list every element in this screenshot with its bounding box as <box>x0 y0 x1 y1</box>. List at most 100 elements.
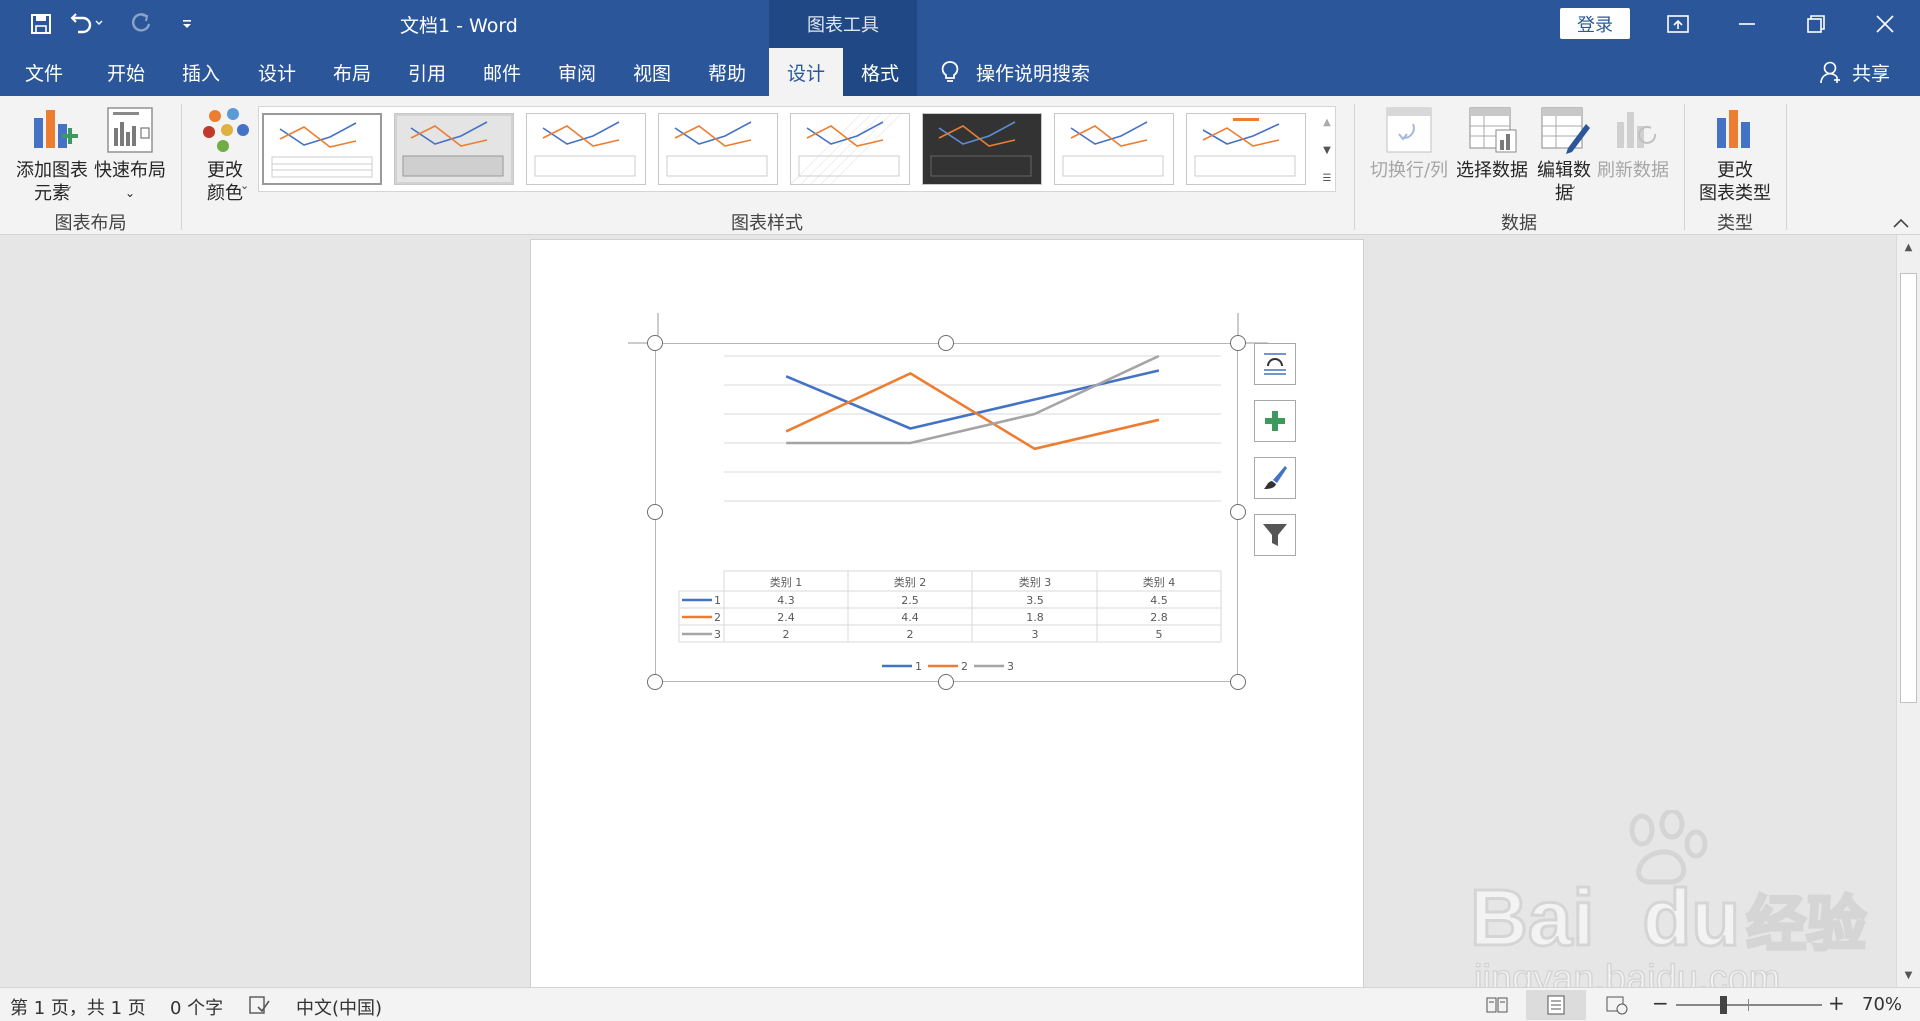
table-cell: 3.5 <box>1026 594 1044 607</box>
chart-styles-button[interactable] <box>1254 457 1296 499</box>
gallery-up-icon[interactable]: ▲ <box>1318 108 1336 136</box>
share-button[interactable]: 共享 <box>1846 48 1896 96</box>
switch-row-column-icon <box>1386 107 1432 153</box>
table-header-cat3: 类别 3 <box>1019 575 1052 589</box>
chart-style-7[interactable] <box>1054 113 1174 185</box>
watermark-url: jingyan.baidu.com <box>1473 957 1781 987</box>
table-cell: 1.8 <box>1026 611 1044 624</box>
table-header-cat4: 类别 4 <box>1143 575 1176 589</box>
group-label-type: 类型 <box>1717 213 1753 234</box>
chart-style-4[interactable] <box>658 113 778 185</box>
select-data-button[interactable]: 选择数据 <box>1454 96 1530 182</box>
ribbon: 添加图表 元素 ⌄ 快速布局 ⌄ 图表布局 更改 颜色 ⌄ ▲ ▼ ☰ 图表样式… <box>0 96 1920 235</box>
close-icon[interactable] <box>1851 0 1919 48</box>
table-cell: 5 <box>1156 628 1163 641</box>
tab-design[interactable]: 设计 <box>247 48 307 96</box>
chart-elements-button[interactable] <box>1254 400 1296 442</box>
gallery-more-icon[interactable]: ☰ <box>1318 164 1336 192</box>
tab-insert[interactable]: 插入 <box>171 48 231 96</box>
add-chart-element-button[interactable]: 添加图表 元素 <box>8 96 96 205</box>
refresh-data-label: 刷新数据 <box>1597 160 1669 181</box>
web-layout-icon[interactable] <box>1602 992 1632 1018</box>
ribbon-display-options-icon[interactable] <box>1644 0 1712 48</box>
change-colors-button[interactable]: 更改 颜色 <box>190 96 260 205</box>
tab-layout[interactable]: 布局 <box>322 48 382 96</box>
color-palette-icon <box>203 108 249 152</box>
change-chart-type-button[interactable]: 更改 图表类型 <box>1690 96 1780 205</box>
zoom-slider-track[interactable] <box>1676 1004 1822 1006</box>
zoom-level[interactable]: 70% <box>1862 994 1902 1015</box>
customize-qat-icon[interactable] <box>170 8 204 40</box>
quick-layout-label: 快速布局 <box>94 160 166 181</box>
table-cell: 3 <box>1032 628 1039 641</box>
undo-icon[interactable] <box>66 8 110 40</box>
layout-options-button[interactable] <box>1254 343 1296 385</box>
tab-references[interactable]: 引用 <box>397 48 457 96</box>
chart-style-3[interactable] <box>526 113 646 185</box>
chevron-down-icon: ⌄ <box>240 179 250 192</box>
scroll-thumb[interactable] <box>1900 273 1917 703</box>
table-cell: 4.4 <box>901 611 919 624</box>
zoom-in-button[interactable]: + <box>1828 991 1845 1015</box>
collapse-ribbon-icon[interactable] <box>1890 214 1912 232</box>
word-count[interactable]: 0 个字 <box>170 994 223 1020</box>
page-count[interactable]: 第 1 页，共 1 页 <box>10 994 146 1020</box>
login-button[interactable]: 登录 <box>1560 8 1630 39</box>
chart-style-6[interactable] <box>922 113 1042 185</box>
chart-style-2[interactable] <box>394 113 514 185</box>
series-lines <box>785 354 1160 451</box>
table-row-label-1: 1 <box>714 594 721 607</box>
table-cell: 2 <box>907 628 914 641</box>
tab-view[interactable]: 视图 <box>622 48 682 96</box>
chart-legend: 1 2 3 <box>882 660 1014 673</box>
tab-chart-format[interactable]: 格式 <box>843 48 917 96</box>
edit-data-button[interactable]: 编辑数 据 <box>1530 96 1598 205</box>
watermark-brand: Bai du 经验 <box>1469 872 1868 964</box>
tab-help[interactable]: 帮助 <box>697 48 757 96</box>
table-cell: 2.8 <box>1150 611 1168 624</box>
zoom-slider-thumb[interactable] <box>1720 996 1727 1014</box>
redo-icon[interactable] <box>124 8 158 40</box>
line-chart[interactable]: 类别 1 类别 2 类别 3 类别 4 1 2 3 4.3 2.5 3.5 4.… <box>656 344 1237 681</box>
status-bar: 第 1 页，共 1 页 0 个字 中文(中国) − + 70% <box>0 987 1920 1021</box>
restore-icon[interactable] <box>1782 0 1850 48</box>
chart-style-5[interactable] <box>790 113 910 185</box>
ribbon-tab-bar: 文件 开始 插入 设计 布局 引用 邮件 审阅 视图 帮助 设计 格式 操作说明… <box>0 48 1920 96</box>
proofing-icon[interactable] <box>248 995 270 1015</box>
title-bar: 文档1 - Word 图表工具 登录 <box>0 0 1920 48</box>
switch-row-column-label: 切换行/列 <box>1369 160 1449 181</box>
save-icon[interactable] <box>24 8 58 40</box>
language-indicator[interactable]: 中文(中国) <box>296 994 382 1020</box>
chart-style-1[interactable] <box>262 113 382 185</box>
scroll-up-icon[interactable]: ▲ <box>1897 235 1920 259</box>
tab-mailings[interactable]: 邮件 <box>472 48 532 96</box>
tell-me-search[interactable]: 操作说明搜索 <box>976 48 1096 96</box>
select-data-label: 选择数据 <box>1456 160 1528 181</box>
zoom-out-button[interactable]: − <box>1652 991 1669 1015</box>
vertical-scrollbar[interactable]: ▲ ▼ <box>1896 235 1920 987</box>
quick-layout-button[interactable]: 快速布局 ⌄ <box>90 96 170 205</box>
minimize-icon[interactable] <box>1713 0 1781 48</box>
chart-filters-button[interactable] <box>1254 514 1296 556</box>
tab-file[interactable]: 文件 <box>14 48 74 96</box>
change-chart-type-label1: 更改 <box>1717 160 1753 181</box>
share-person-icon <box>1820 60 1842 84</box>
tab-review[interactable]: 审阅 <box>547 48 607 96</box>
switch-row-column-button[interactable]: 切换行/列 <box>1368 96 1450 182</box>
tab-home[interactable]: 开始 <box>96 48 156 96</box>
scroll-down-icon[interactable]: ▼ <box>1897 963 1920 987</box>
legend-label-2: 2 <box>961 660 968 673</box>
change-chart-type-label2: 图表类型 <box>1699 183 1771 204</box>
gallery-down-icon[interactable]: ▼ <box>1318 136 1336 164</box>
data-table: 类别 1 类别 2 类别 3 类别 4 1 2 3 4.3 2.5 3.5 4.… <box>678 570 1222 643</box>
print-layout-icon[interactable] <box>1526 990 1586 1020</box>
watermark-cn: 经验 <box>1745 890 1868 960</box>
table-header-cat2: 类别 2 <box>894 575 927 589</box>
chevron-down-icon: ⌄ <box>124 186 136 200</box>
read-mode-icon[interactable] <box>1482 992 1512 1018</box>
group-separator <box>181 104 182 230</box>
zoom-slider-center-mark <box>1748 999 1749 1011</box>
refresh-data-button[interactable]: 刷新数据 <box>1596 96 1670 182</box>
chart-style-8[interactable] <box>1186 113 1306 185</box>
tab-chart-design[interactable]: 设计 <box>769 48 843 96</box>
